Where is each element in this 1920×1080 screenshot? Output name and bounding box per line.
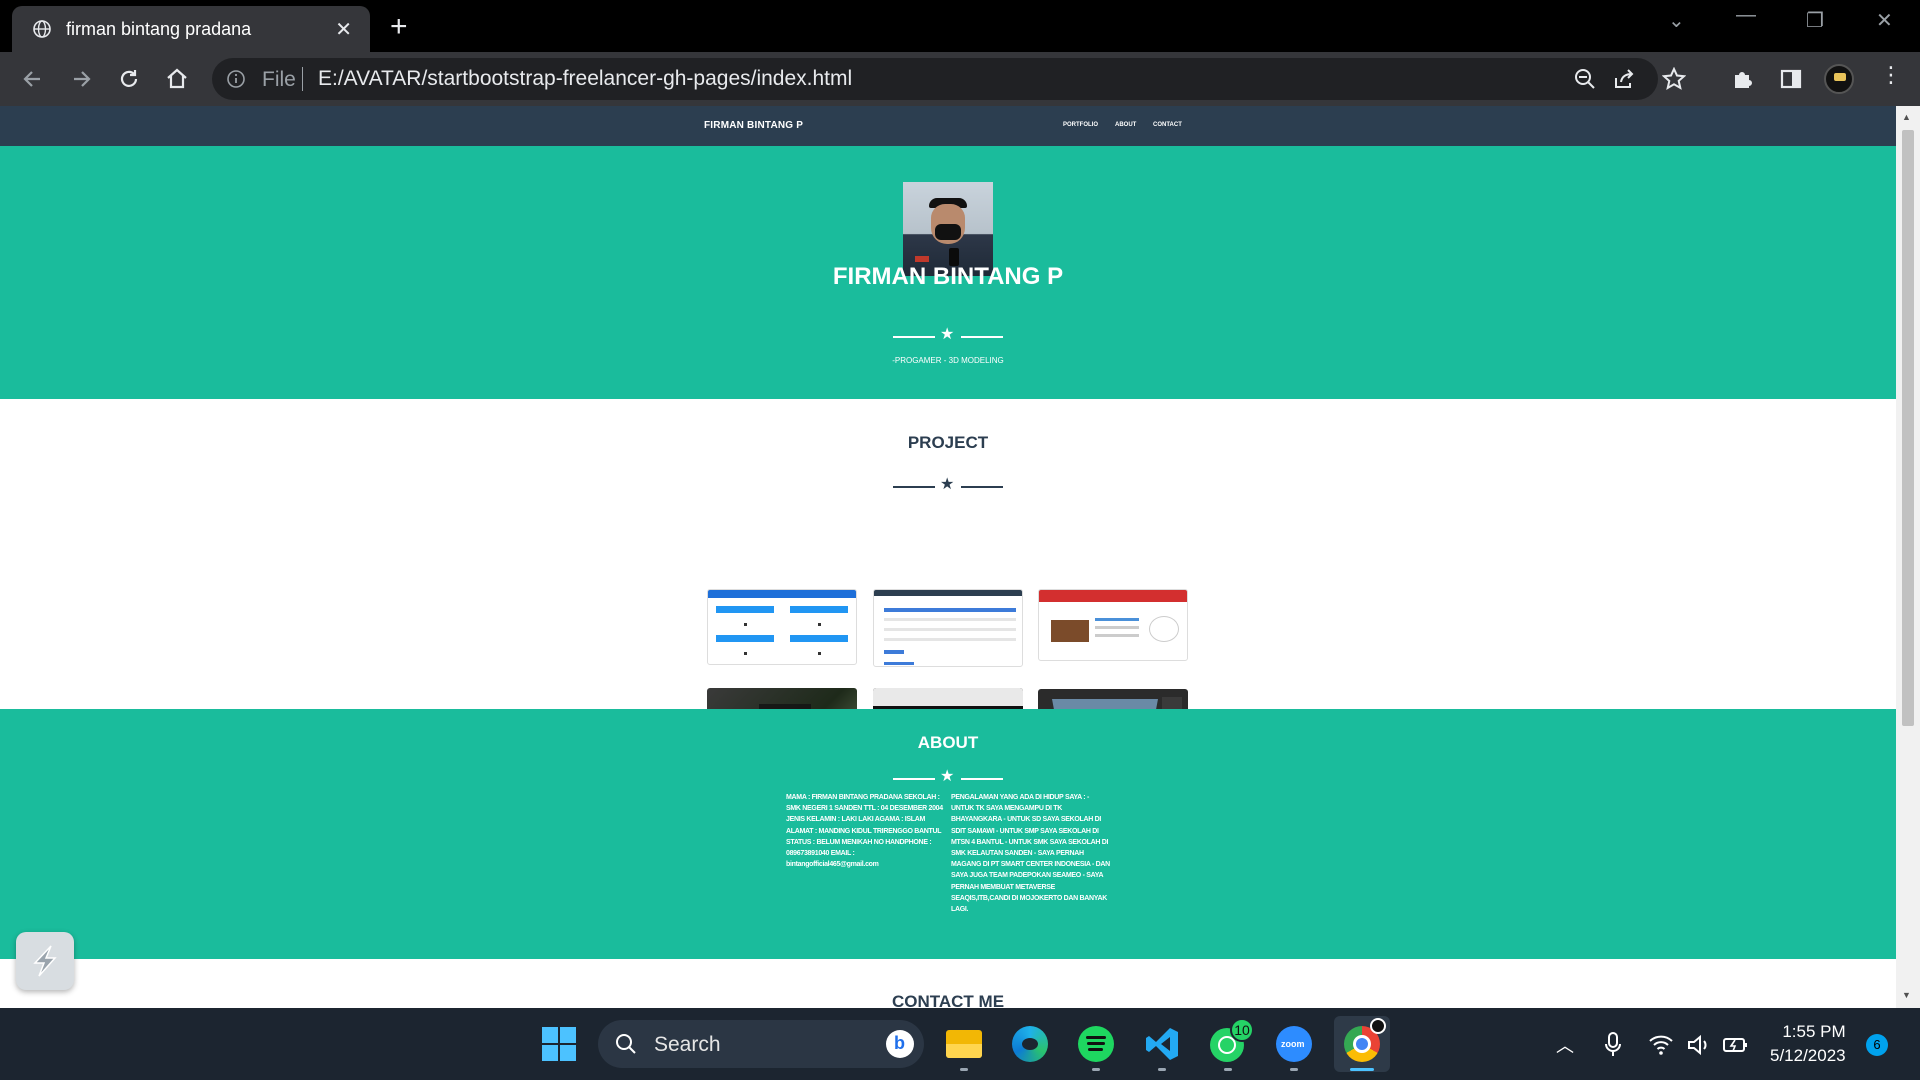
address-bar[interactable]: File E:/AVATAR/startbootstrap-freelancer… <box>212 58 1686 100</box>
star-divider: ★ <box>893 476 1003 494</box>
minimize-icon[interactable]: — <box>1736 4 1756 27</box>
portfolio-item-web-project-1[interactable] <box>707 589 857 665</box>
address-separator <box>302 67 303 91</box>
profile-photo <box>903 182 993 276</box>
close-window-icon[interactable]: ✕ <box>1876 8 1893 33</box>
search-label: Search <box>654 1033 721 1056</box>
contact-section: CONTACT ME <box>0 959 1896 1008</box>
browser-toolbar: File E:/AVATAR/startbootstrap-freelancer… <box>0 52 1920 106</box>
about-text-left: MAMA : FIRMAN BINTANG PRADANA SEKOLAH : … <box>786 794 943 869</box>
chrome-icon[interactable] <box>1334 1016 1390 1072</box>
vscode-icon[interactable] <box>1138 1020 1186 1068</box>
microphone-icon[interactable] <box>1604 1032 1622 1058</box>
about-heading: ABOUT <box>917 733 979 752</box>
share-icon[interactable] <box>1612 68 1636 90</box>
wifi-icon[interactable] <box>1648 1034 1674 1056</box>
system-clock[interactable]: 1:55 PM 5/12/2023 <box>1770 1020 1846 1068</box>
bing-icon[interactable]: b <box>886 1030 914 1058</box>
whatsapp-icon[interactable]: 10 <box>1204 1018 1254 1068</box>
taskbar-indicator <box>1224 1068 1232 1071</box>
scroll-thumb[interactable] <box>1902 130 1914 726</box>
portfolio-item-web-project-2[interactable] <box>873 589 1023 667</box>
nav-link-contact[interactable]: CONTACT <box>1153 122 1182 128</box>
spotify-icon[interactable] <box>1072 1020 1120 1068</box>
windows-taskbar: Search b 10 zoom ︿ 1:55 PM 5/12/2023 6 <box>0 1008 1920 1080</box>
taskbar-indicator <box>1290 1068 1298 1071</box>
taskbar-indicator <box>1092 1068 1100 1071</box>
portfolio-item-web-project-3[interactable] <box>1038 589 1188 661</box>
portfolio-section: PROJECT ★ <box>0 399 1896 773</box>
edge-icon[interactable] <box>1006 1020 1054 1068</box>
volume-icon[interactable] <box>1686 1034 1712 1056</box>
extensions-icon[interactable] <box>1730 66 1756 92</box>
taskbar-indicator <box>1158 1068 1166 1071</box>
site-brand[interactable]: FIRMAN BINTANG P <box>704 120 803 131</box>
scroll-up-icon[interactable]: ▲ <box>1902 112 1911 122</box>
close-tab-icon[interactable]: ✕ <box>335 17 352 42</box>
clock-time: 1:55 PM <box>1782 1022 1846 1041</box>
bookmark-star-icon[interactable] <box>1662 67 1686 91</box>
home-icon[interactable] <box>164 66 190 92</box>
nav-link-about[interactable]: ABOUT <box>1115 122 1136 128</box>
reload-icon[interactable] <box>116 66 142 92</box>
floating-app-button[interactable] <box>16 932 74 990</box>
page-scrollbar[interactable]: ▲ ▼ <box>1896 106 1920 1008</box>
browser-tab[interactable]: firman bintang pradana ✕ <box>12 6 370 52</box>
taskbar-search[interactable]: Search b <box>598 1020 924 1068</box>
globe-icon <box>33 20 51 38</box>
tab-search-icon[interactable]: ⌄ <box>1668 8 1685 33</box>
star-divider: ★ <box>893 326 1003 344</box>
portfolio-heading: PROJECT <box>907 433 989 452</box>
whatsapp-badge: 10 <box>1230 1018 1254 1042</box>
notification-badge[interactable]: 6 <box>1866 1034 1888 1056</box>
taskbar-indicator <box>960 1068 968 1071</box>
battery-icon[interactable] <box>1722 1034 1750 1056</box>
file-scheme-label: File <box>262 68 296 91</box>
file-explorer-icon[interactable] <box>940 1020 988 1068</box>
page-viewport: FIRMAN BINTANG P PORTFOLIO ABOUT CONTACT… <box>0 106 1896 1008</box>
zoom-icon[interactable]: zoom <box>1270 1020 1318 1068</box>
star-icon: ★ <box>940 476 955 493</box>
back-icon[interactable] <box>20 66 46 92</box>
about-section: ABOUT ★ MAMA : FIRMAN BINTANG PRADANA SE… <box>0 709 1896 959</box>
scroll-down-icon[interactable]: ▼ <box>1902 990 1911 1000</box>
star-icon: ★ <box>940 326 955 343</box>
chevron-up-icon[interactable]: ︿ <box>1556 1032 1574 1058</box>
search-icon <box>616 1034 636 1054</box>
restore-icon[interactable]: ❐ <box>1806 8 1824 33</box>
contact-heading: CONTACT ME <box>891 992 1005 1008</box>
about-text-right: PENGALAMAN YANG ADA DI HIDUP SAYA : - UN… <box>951 794 1110 914</box>
active-app-indicator <box>1350 1068 1374 1071</box>
star-icon: ★ <box>940 768 955 785</box>
tab-title: firman bintang pradana <box>66 19 252 39</box>
url-text[interactable]: E:/AVATAR/startbootstrap-freelancer-gh-p… <box>318 67 852 91</box>
new-tab-button[interactable]: + <box>390 10 408 44</box>
masthead-name: FIRMAN BINTANG P <box>832 263 1064 290</box>
forward-icon[interactable] <box>68 66 94 92</box>
star-divider: ★ <box>893 768 1003 786</box>
browser-tab-strip: firman bintang pradana ✕ + ⌄ — ❐ ✕ <box>0 0 1920 52</box>
nav-link-portfolio[interactable]: PORTFOLIO <box>1063 122 1098 128</box>
side-panel-icon[interactable] <box>1778 66 1804 92</box>
app-logo-icon <box>33 945 57 977</box>
zoom-icon[interactable] <box>1574 68 1596 90</box>
profile-avatar[interactable] <box>1824 64 1854 94</box>
menu-kebab-icon[interactable]: ⋮ <box>1880 64 1902 86</box>
masthead-section: FIRMAN BINTANG P ★ -PROGAMER - 3D MODELI… <box>0 146 1896 399</box>
windows-start-icon[interactable] <box>541 1026 577 1062</box>
masthead-subtitle: -PROGAMER - 3D MODELING <box>892 356 1004 365</box>
clock-date: 5/12/2023 <box>1770 1046 1846 1065</box>
info-icon[interactable] <box>226 69 246 89</box>
site-navbar: FIRMAN BINTANG P PORTFOLIO ABOUT CONTACT <box>0 106 1896 146</box>
